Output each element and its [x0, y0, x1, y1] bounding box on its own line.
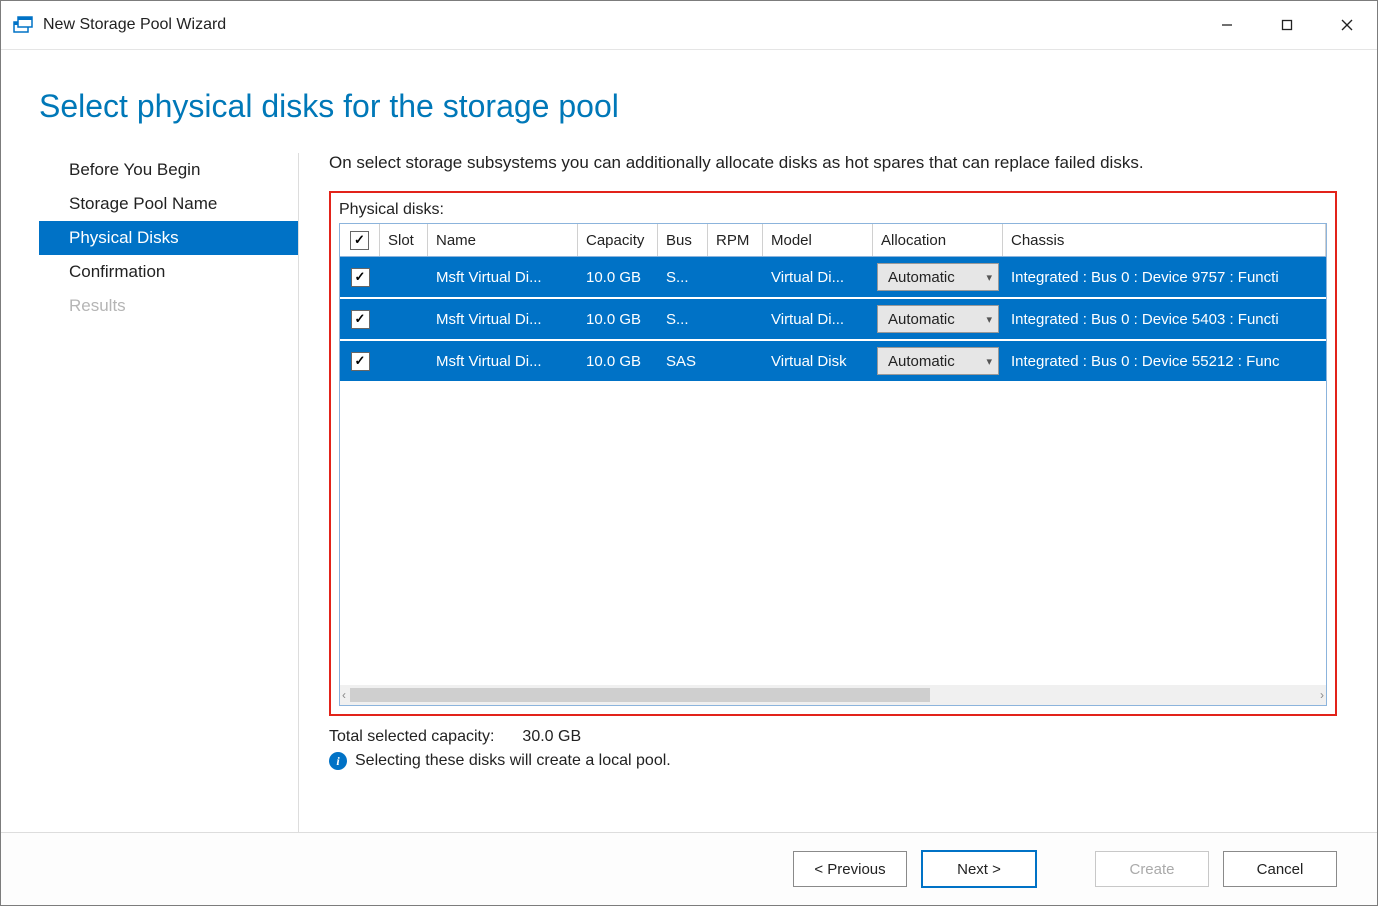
table-label: Physical disks: [339, 201, 1327, 219]
cell-chassis: Integrated : Bus 0 : Device 5403 : Funct… [1003, 299, 1326, 339]
col-chassis[interactable]: Chassis [1003, 224, 1326, 256]
page-header: Select physical disks for the storage po… [1, 50, 1377, 125]
horizontal-scrollbar[interactable]: ‹ › [340, 685, 1326, 705]
window-controls [1197, 1, 1377, 49]
chevron-down-icon: ▾ [986, 271, 992, 284]
table-row[interactable]: ✓ Msft Virtual Di... 10.0 GB S... Virtua… [340, 257, 1326, 299]
col-capacity[interactable]: Capacity [578, 224, 658, 256]
wizard-window: New Storage Pool Wizard Select physical … [0, 0, 1378, 906]
info-line: i Selecting these disks will create a lo… [329, 752, 1337, 770]
body: Before You Begin Storage Pool Name Physi… [1, 125, 1377, 832]
cell-model: Virtual Disk [763, 341, 873, 381]
cell-rpm [708, 341, 763, 381]
cell-chassis: Integrated : Bus 0 : Device 9757 : Funct… [1003, 257, 1326, 297]
table-row[interactable]: ✓ Msft Virtual Di... 10.0 GB S... Virtua… [340, 299, 1326, 341]
scroll-right-icon[interactable]: › [1320, 688, 1324, 702]
physical-disks-panel: Physical disks: ✓ Slot Name Capacity Bus… [329, 191, 1337, 716]
step-storage-pool-name[interactable]: Storage Pool Name [39, 187, 298, 221]
cell-rpm [708, 299, 763, 339]
cell-bus: SAS [658, 341, 708, 381]
col-rpm[interactable]: RPM [708, 224, 763, 256]
row-checkbox[interactable]: ✓ [351, 352, 370, 371]
main-content: On select storage subsystems you can add… [299, 153, 1377, 832]
chevron-down-icon: ▾ [986, 355, 992, 368]
scrollbar-track[interactable] [350, 688, 1316, 702]
cancel-button[interactable]: Cancel [1223, 851, 1337, 887]
checkbox-icon: ✓ [350, 231, 369, 250]
allocation-value: Automatic [888, 311, 955, 328]
allocation-dropdown[interactable]: Automatic ▾ [877, 305, 999, 333]
step-before-you-begin[interactable]: Before You Begin [39, 153, 298, 187]
info-text: Selecting these disks will create a loca… [355, 752, 671, 770]
maximize-button[interactable] [1257, 1, 1317, 49]
cell-rpm [708, 257, 763, 297]
info-icon: i [329, 752, 347, 770]
cell-bus: S... [658, 257, 708, 297]
close-button[interactable] [1317, 1, 1377, 49]
allocation-dropdown[interactable]: Automatic ▾ [877, 347, 999, 375]
allocation-value: Automatic [888, 269, 955, 286]
chevron-down-icon: ▾ [986, 313, 992, 326]
row-checkbox[interactable]: ✓ [351, 268, 370, 287]
step-confirmation[interactable]: Confirmation [39, 255, 298, 289]
window-title: New Storage Pool Wizard [43, 16, 1197, 34]
row-checkbox[interactable]: ✓ [351, 310, 370, 329]
allocation-dropdown[interactable]: Automatic ▾ [877, 263, 999, 291]
step-results: Results [39, 289, 298, 323]
physical-disks-grid: ✓ Slot Name Capacity Bus RPM Model Alloc… [339, 223, 1327, 706]
col-bus[interactable]: Bus [658, 224, 708, 256]
step-sidebar: Before You Begin Storage Pool Name Physi… [39, 153, 299, 832]
allocation-value: Automatic [888, 353, 955, 370]
app-icon [11, 13, 35, 37]
cell-capacity: 10.0 GB [578, 341, 658, 381]
grid-body: ✓ Msft Virtual Di... 10.0 GB S... Virtua… [340, 257, 1326, 685]
scrollbar-thumb[interactable] [350, 688, 930, 702]
step-physical-disks[interactable]: Physical Disks [39, 221, 298, 255]
header-select-all[interactable]: ✓ [340, 224, 380, 256]
next-button[interactable]: Next > [921, 850, 1037, 888]
cell-bus: S... [658, 299, 708, 339]
create-button: Create [1095, 851, 1209, 887]
cell-name: Msft Virtual Di... [428, 299, 578, 339]
grid-header: ✓ Slot Name Capacity Bus RPM Model Alloc… [340, 224, 1326, 257]
col-slot[interactable]: Slot [380, 224, 428, 256]
page-title: Select physical disks for the storage po… [39, 88, 1377, 125]
summary-label: Total selected capacity: [329, 728, 494, 746]
description-text: On select storage subsystems you can add… [329, 153, 1337, 173]
cell-slot [380, 299, 428, 339]
cell-model: Virtual Di... [763, 257, 873, 297]
titlebar: New Storage Pool Wizard [1, 1, 1377, 50]
cell-capacity: 10.0 GB [578, 257, 658, 297]
table-row[interactable]: ✓ Msft Virtual Di... 10.0 GB SAS Virtual… [340, 341, 1326, 383]
cell-model: Virtual Di... [763, 299, 873, 339]
cell-slot [380, 341, 428, 381]
scroll-left-icon[interactable]: ‹ [342, 688, 346, 702]
col-model[interactable]: Model [763, 224, 873, 256]
col-allocation[interactable]: Allocation [873, 224, 1003, 256]
footer: < Previous Next > Create Cancel [1, 832, 1377, 905]
capacity-summary: Total selected capacity: 30.0 GB [329, 728, 1337, 746]
cell-name: Msft Virtual Di... [428, 341, 578, 381]
cell-name: Msft Virtual Di... [428, 257, 578, 297]
cell-slot [380, 257, 428, 297]
cell-chassis: Integrated : Bus 0 : Device 55212 : Func [1003, 341, 1326, 381]
col-name[interactable]: Name [428, 224, 578, 256]
summary-value: 30.0 GB [522, 728, 581, 746]
cell-capacity: 10.0 GB [578, 299, 658, 339]
previous-button[interactable]: < Previous [793, 851, 907, 887]
minimize-button[interactable] [1197, 1, 1257, 49]
